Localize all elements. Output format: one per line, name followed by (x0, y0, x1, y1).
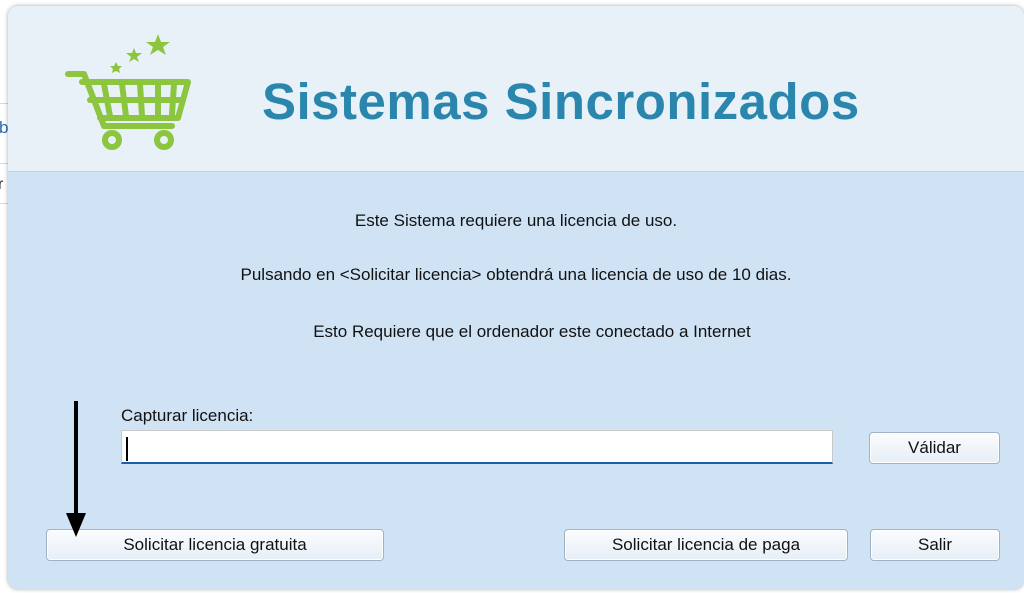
text-caret (126, 437, 128, 461)
request-free-license-button[interactable]: Solicitar licencia gratuita (46, 529, 384, 561)
license-field-label: Capturar licencia: (121, 406, 254, 425)
dialog-header: Sistemas Sincronizados (8, 6, 1024, 172)
down-arrow-icon (66, 401, 86, 537)
internet-required-message: Esto Requiere que el ordenador este cone… (313, 322, 751, 341)
license-input[interactable] (121, 430, 833, 464)
app-title: Sistemas Sincronizados (262, 73, 860, 130)
request-paid-license-button[interactable]: Solicitar licencia de paga (564, 529, 848, 561)
shopping-cart-icon (65, 34, 191, 150)
license-dialog: Sistemas Sincronizados Este Sistema requ… (8, 6, 1024, 589)
validate-button[interactable]: Válidar (869, 432, 1000, 464)
request-info-message: Pulsando en <Solicitar licencia> obtendr… (240, 265, 792, 284)
license-required-message: Este Sistema requiere una licencia de us… (354, 211, 678, 230)
background-text: r (0, 176, 4, 193)
exit-button[interactable]: Salir (870, 529, 1000, 561)
